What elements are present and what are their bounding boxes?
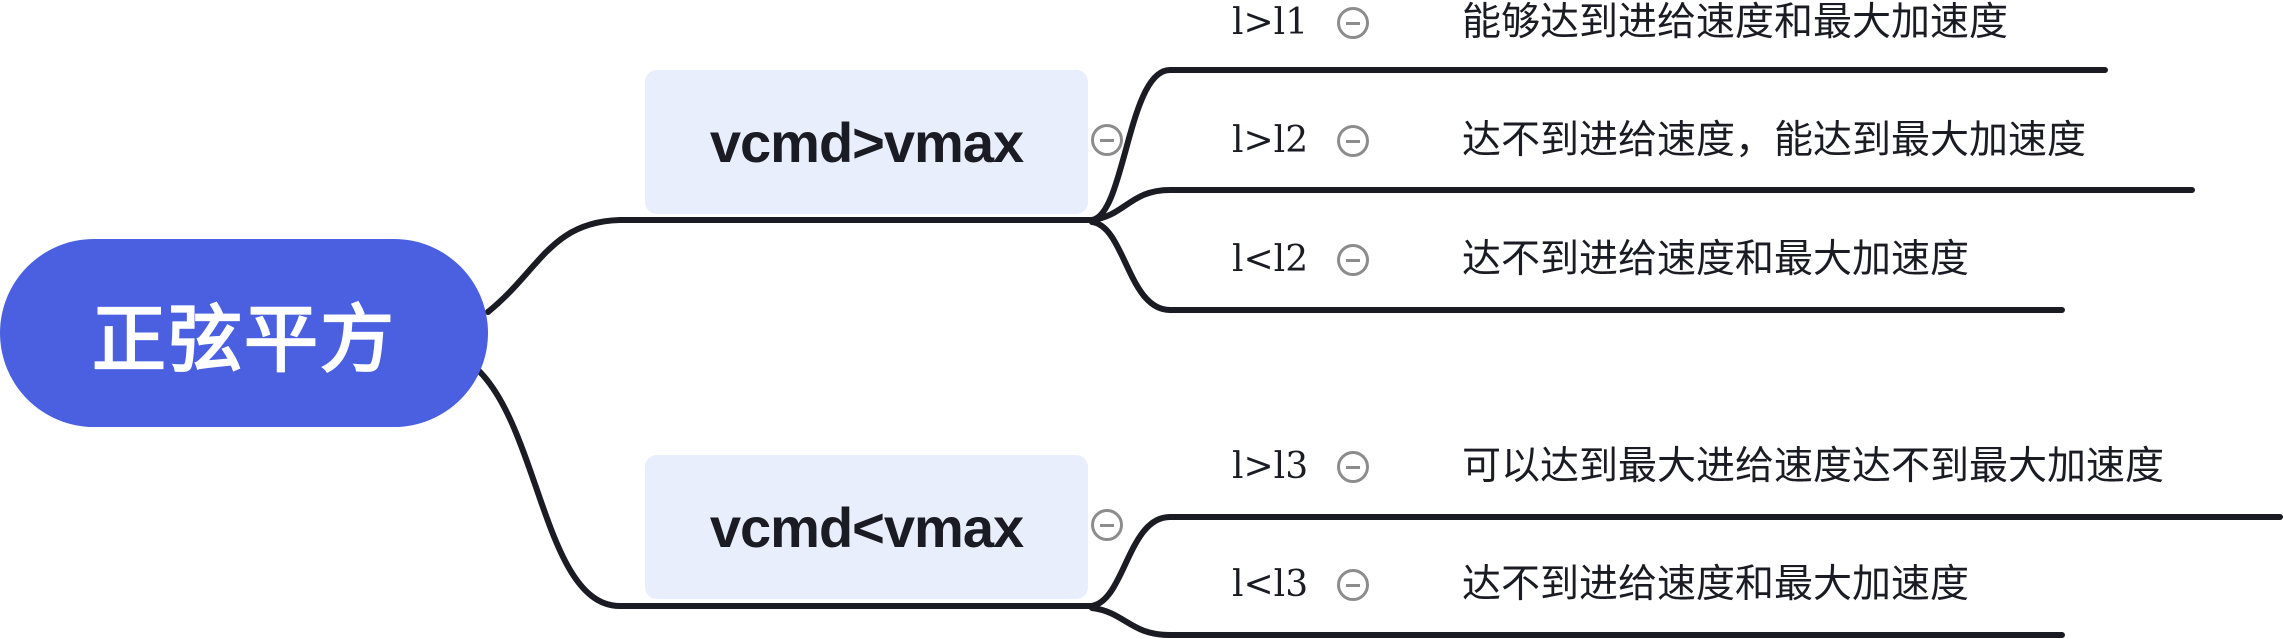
leaf-description[interactable]: 达不到进给速度，能达到最大加速度 (1462, 115, 2086, 167)
leaf-condition: l<l2 (1232, 239, 1309, 280)
leaf-description[interactable]: 达不到进给速度和最大加速度 (1462, 559, 1969, 611)
root-label: 正弦平方 (92, 296, 396, 383)
collapse-minus-icon[interactable] (1337, 125, 1369, 157)
leaf-condition: l>l1 (1232, 2, 1309, 43)
branch-node-vcmd-gt-vmax[interactable]: vcmd>vmax (645, 70, 1088, 214)
branch-node-vcmd-lt-vmax[interactable]: vcmd<vmax (645, 455, 1088, 599)
leaf-condition: l<l3 (1232, 564, 1309, 605)
connector-leaf-2-2 (1089, 605, 2065, 638)
collapse-minus-icon[interactable] (1337, 244, 1369, 276)
leaf-condition: l>l3 (1232, 446, 1309, 487)
root-node[interactable]: 正弦平方 (0, 239, 488, 427)
branch-label: vcmd<vmax (709, 495, 1024, 559)
collapse-minus-icon[interactable] (1337, 7, 1369, 39)
collapse-minus-icon[interactable] (1337, 569, 1369, 601)
branch-label: vcmd>vmax (709, 110, 1024, 174)
connector-root-branch-1 (485, 217, 1095, 315)
collapse-minus-icon[interactable] (1091, 509, 1123, 541)
leaf-description[interactable]: 可以达到最大进给速度达不到最大加速度 (1462, 441, 2164, 493)
leaf-condition: l>l2 (1232, 120, 1309, 161)
leaf-description[interactable]: 达不到进给速度和最大加速度 (1462, 234, 1969, 286)
leaf-description[interactable]: 能够达到进给速度和最大加速度 (1462, 0, 2008, 49)
collapse-minus-icon[interactable] (1091, 124, 1123, 156)
connector-leaf-1-2 (1089, 187, 2195, 223)
collapse-minus-icon[interactable] (1337, 451, 1369, 483)
